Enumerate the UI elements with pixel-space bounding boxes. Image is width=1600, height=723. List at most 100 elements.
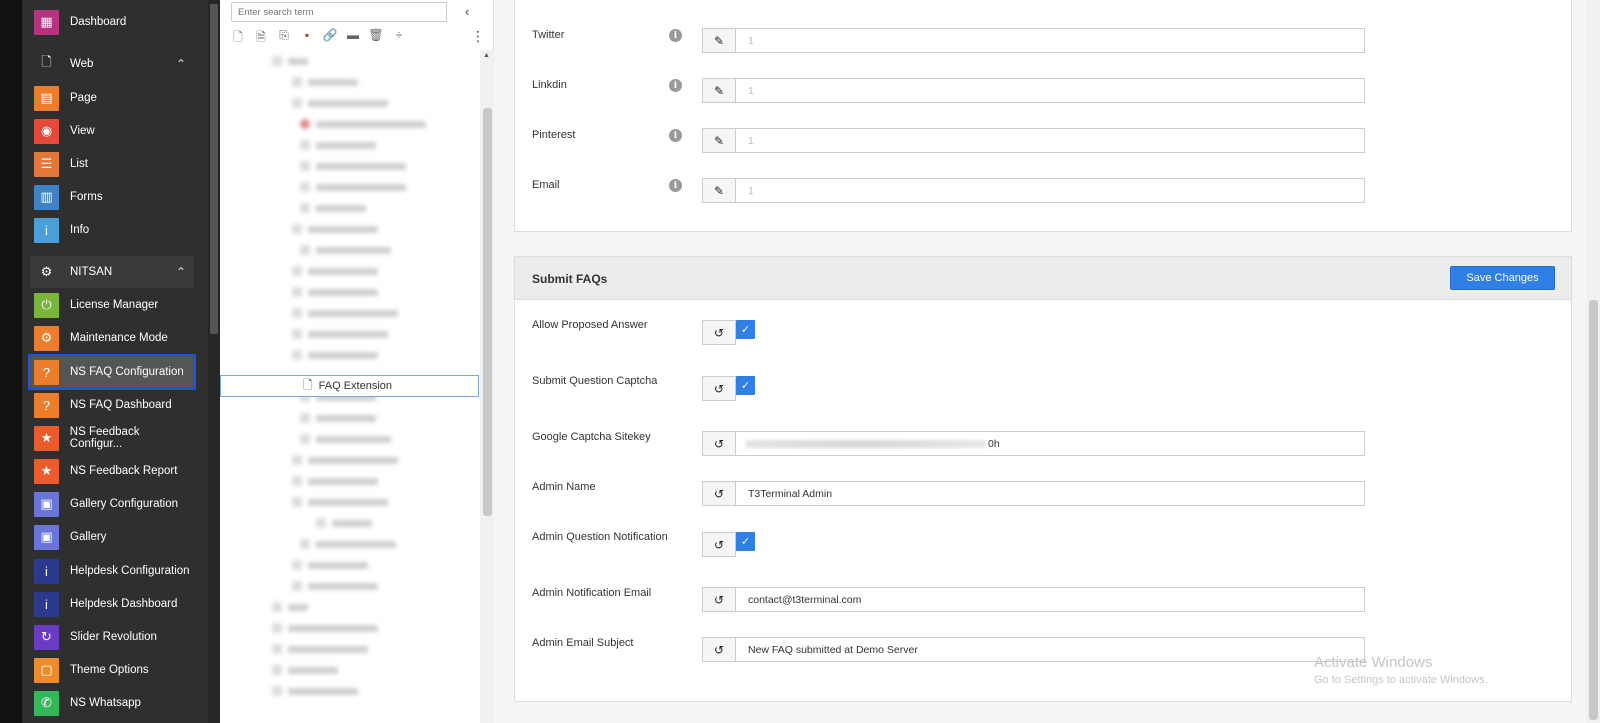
save-changes-button[interactable]: Save Changes <box>1450 266 1555 290</box>
reset-button[interactable]: ↺ <box>702 481 736 506</box>
module-menu: ▦ Dashboard 🗋 Web ⌃ ▤ Page ◉ View ☰ List… <box>22 0 220 723</box>
sidebar-item-slider-revolution[interactable]: ↻ Slider Revolution <box>30 621 194 653</box>
folder-icon[interactable]: ▬ <box>345 28 361 49</box>
reset-button[interactable]: ↺ <box>702 587 736 612</box>
forms-icon: ▥ <box>34 184 59 210</box>
field-label: Admin Name <box>532 481 596 493</box>
sidebar-item-dashboard[interactable]: ▦ Dashboard <box>30 6 194 38</box>
tree-node-selected[interactable]: 🗋 FAQ Extension <box>220 375 479 397</box>
field-row-admin-notification-email: Admin Notification Email ↺ contact@t3ter… <box>515 587 1571 615</box>
reset-button[interactable]: ↺ <box>702 376 736 401</box>
whatsapp-icon: ✆ <box>34 690 59 716</box>
divider-icon[interactable]: ÷ <box>391 28 407 49</box>
tree-search-input[interactable] <box>231 2 447 22</box>
chevron-up-icon[interactable]: ⌃ <box>176 265 186 279</box>
field-row-twitter: Twitter i ✎ 1 <box>515 28 1571 56</box>
new-page-link-icon[interactable]: ⎘ <box>276 28 292 49</box>
admin-notification-email-input[interactable]: contact@t3terminal.com <box>735 587 1365 612</box>
submit-question-captcha-checkbox[interactable]: ✓ <box>736 376 755 395</box>
field-row-partial <box>515 0 1571 11</box>
google-captcha-sitekey-input[interactable]: 0h <box>735 431 1365 456</box>
field-label: Admin Email Subject <box>532 637 634 649</box>
sidebar-item-ns-faq-configuration[interactable]: ? NS FAQ Configuration <box>28 354 196 390</box>
sidebar-item-ns-feedback-configuration[interactable]: ★ NS Feedback Configur... <box>30 422 194 454</box>
tree-scrollbar[interactable]: ▲ <box>480 50 494 723</box>
sidebar-item-forms[interactable]: ▥ Forms <box>30 181 194 213</box>
field-row-allow-proposed-answer: Allow Proposed Answer ↺ ✓ <box>515 319 1571 347</box>
pinterest-input[interactable]: 1 <box>735 128 1365 153</box>
eye-icon: ◉ <box>34 118 59 144</box>
checkmark-icon: ✓ <box>740 380 751 392</box>
sidebar-item-label: Slider Revolution <box>70 631 157 643</box>
sidebar-item-label: List <box>70 158 88 170</box>
reset-button[interactable]: ↺ <box>702 532 736 557</box>
linkdin-input[interactable]: 1 <box>735 78 1365 103</box>
field-row-admin-name: Admin Name ↺ T3Terminal Admin <box>515 481 1571 509</box>
sidebar-item-helpdesk-dashboard[interactable]: i Helpdesk Dashboard <box>30 588 194 620</box>
sidebar-item-ns-whatsapp[interactable]: ✆ NS Whatsapp <box>30 687 194 719</box>
info-icon[interactable]: i <box>669 29 682 42</box>
collapse-tree-icon[interactable]: ‹ <box>465 4 469 19</box>
pencil-icon: ✎ <box>713 83 725 98</box>
page-outline-icon: 🗋 <box>41 54 52 69</box>
admin-name-input[interactable]: T3Terminal Admin <box>735 481 1365 506</box>
pencil-icon: ✎ <box>713 183 725 198</box>
sidebar-item-page[interactable]: ▤ Page <box>30 82 194 114</box>
reset-button[interactable]: ↺ <box>702 320 736 345</box>
edit-button[interactable]: ✎ <box>702 78 736 103</box>
new-page-icon[interactable]: 🗋 <box>230 28 246 49</box>
sidebar-item-ns-faq-dashboard[interactable]: ? NS FAQ Dashboard <box>30 389 194 421</box>
undo-icon: ↺ <box>713 642 725 657</box>
sidebar-group-web[interactable]: 🗋 Web ⌃ <box>30 48 194 80</box>
info-icon[interactable]: i <box>669 79 682 92</box>
sidebar-item-label: NS Whatsapp <box>70 697 141 709</box>
power-icon: ⏻ <box>34 292 59 318</box>
maintenance-icon: ⚙ <box>34 325 59 351</box>
sidebar-item-label: Gallery <box>70 531 107 543</box>
star-icon: ★ <box>34 425 59 451</box>
sidebar-item-view[interactable]: ◉ View <box>30 115 194 147</box>
field-label: Email <box>532 179 560 191</box>
sidebar-item-ns-feedback-report[interactable]: ★ NS Feedback Report <box>30 455 194 487</box>
sidebar-item-gallery[interactable]: ▣ Gallery <box>30 521 194 553</box>
new-page-image-icon[interactable]: 🗎 <box>253 28 269 49</box>
admin-question-notification-checkbox[interactable]: ✓ <box>736 532 755 551</box>
reset-button[interactable]: ↺ <box>702 431 736 456</box>
info-icon[interactable]: i <box>669 129 682 142</box>
field-label: Linkdin <box>532 79 567 91</box>
sidebar-item-theme-options[interactable]: ▢ Theme Options <box>30 654 194 686</box>
content-scrollbar[interactable] <box>1586 0 1600 723</box>
refresh-icon: ↻ <box>34 624 59 650</box>
info-icon[interactable]: i <box>669 179 682 192</box>
trash-icon[interactable]: 🗑 <box>368 28 384 49</box>
sidebar-item-label: NS Feedback Configur... <box>69 426 140 450</box>
email-input[interactable]: 1 <box>735 178 1365 203</box>
sidebar-scrollbar[interactable] <box>208 0 220 723</box>
sidebar-item-gallery-configuration[interactable]: ▣ Gallery Configuration <box>30 488 194 520</box>
field-row-admin-question-notification: Admin Question Notification ↺ ✓ <box>515 531 1571 559</box>
sidebar-item-label: Helpdesk Configuration <box>70 565 190 577</box>
new-page-red-icon[interactable]: ▪ <box>299 28 315 49</box>
info-icon: i <box>34 558 59 584</box>
link-icon[interactable]: 🔗 <box>322 28 338 49</box>
sidebar-item-label: Theme Options <box>70 664 149 676</box>
checkmark-icon: ✓ <box>740 324 751 336</box>
sidebar-item-info[interactable]: i Info <box>30 214 194 246</box>
edit-button[interactable]: ✎ <box>702 178 736 203</box>
more-options-icon[interactable]: ⋮ <box>471 28 485 45</box>
sidebar-item-maintenance-mode[interactable]: ⚙ Maintenance Mode <box>30 322 194 354</box>
edit-button[interactable]: ✎ <box>702 28 736 53</box>
sidebar-item-license-manager[interactable]: ⏻ License Manager <box>30 289 194 321</box>
allow-proposed-answer-checkbox[interactable]: ✓ <box>736 320 755 339</box>
sidebar-item-helpdesk-configuration[interactable]: i Helpdesk Configuration <box>30 555 194 587</box>
admin-email-subject-input[interactable]: New FAQ submitted at Demo Server <box>735 637 1365 662</box>
card-title: Submit FAQs <box>532 272 608 286</box>
sidebar-group-nitsan[interactable]: ⚙ NITSAN ⌃ <box>30 256 194 288</box>
page-icon: 🗋 <box>303 377 313 392</box>
twitter-input[interactable]: 1 <box>735 28 1365 53</box>
scroll-up-arrow-icon[interactable]: ▲ <box>483 52 490 59</box>
sidebar-item-list[interactable]: ☰ List <box>30 148 194 180</box>
reset-button[interactable]: ↺ <box>702 637 736 662</box>
chevron-up-icon[interactable]: ⌃ <box>176 57 186 71</box>
edit-button[interactable]: ✎ <box>702 128 736 153</box>
